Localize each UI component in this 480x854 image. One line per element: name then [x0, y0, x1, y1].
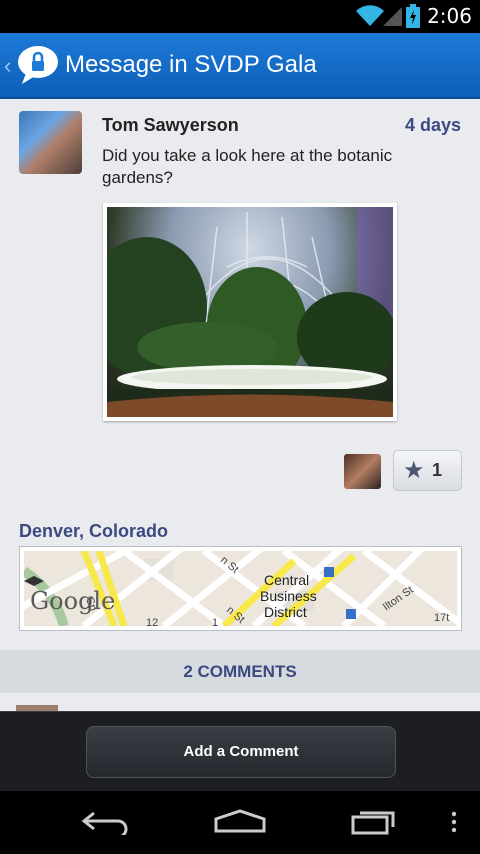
district-label-3: District: [264, 604, 307, 620]
star-icon: ★: [403, 457, 425, 484]
recents-nav-icon[interactable]: [350, 807, 398, 835]
attached-photo[interactable]: [103, 203, 397, 421]
google-watermark: Google: [30, 587, 115, 615]
comments-count: 2 COMMENTS: [183, 662, 297, 681]
district-label-2: Business: [260, 588, 317, 604]
menu-dots-icon[interactable]: [450, 811, 458, 833]
author-name[interactable]: Tom Sawyerson: [102, 115, 239, 136]
status-bar: 2:06: [0, 0, 480, 33]
author-avatar[interactable]: [19, 111, 82, 174]
system-nav-bar: [0, 791, 480, 854]
comments-header: 2 COMMENTS: [0, 650, 480, 693]
back-nav-icon[interactable]: [80, 809, 130, 835]
street-label: 17t: [434, 612, 449, 624]
street-label: 12: [146, 617, 158, 626]
message-content: Tom Sawyerson 4 days Did you take a look…: [0, 99, 480, 711]
map-tile: Google Central Business District n St n …: [24, 551, 457, 626]
star-button[interactable]: ★ 1: [393, 450, 462, 491]
clock: 2:06: [427, 4, 472, 28]
liker-avatar[interactable]: [344, 454, 381, 489]
photo-image: [107, 207, 393, 417]
post-age: 4 days: [404, 115, 461, 135]
home-nav-icon[interactable]: [213, 809, 267, 833]
district-label-1: Central: [264, 572, 309, 588]
street-label: 1: [212, 617, 218, 626]
comment-bar: Add a Comment: [0, 711, 480, 792]
signal-icon: [383, 7, 402, 26]
chat-lock-icon[interactable]: [16, 43, 60, 87]
star-count: 1: [432, 460, 443, 480]
location-map[interactable]: Google Central Business District n St n …: [19, 546, 462, 631]
app-bar: ‹ Message in SVDP Gala: [0, 33, 480, 99]
page-title: Message in SVDP Gala: [65, 51, 317, 78]
location-label[interactable]: Denver, Colorado: [19, 521, 168, 542]
add-comment-button[interactable]: Add a Comment: [86, 726, 396, 778]
up-caret-icon[interactable]: ‹: [4, 53, 11, 79]
message-text: Did you take a look here at the botanic …: [102, 146, 393, 187]
battery-icon: [406, 4, 420, 28]
comment-preview[interactable]: [0, 693, 480, 711]
